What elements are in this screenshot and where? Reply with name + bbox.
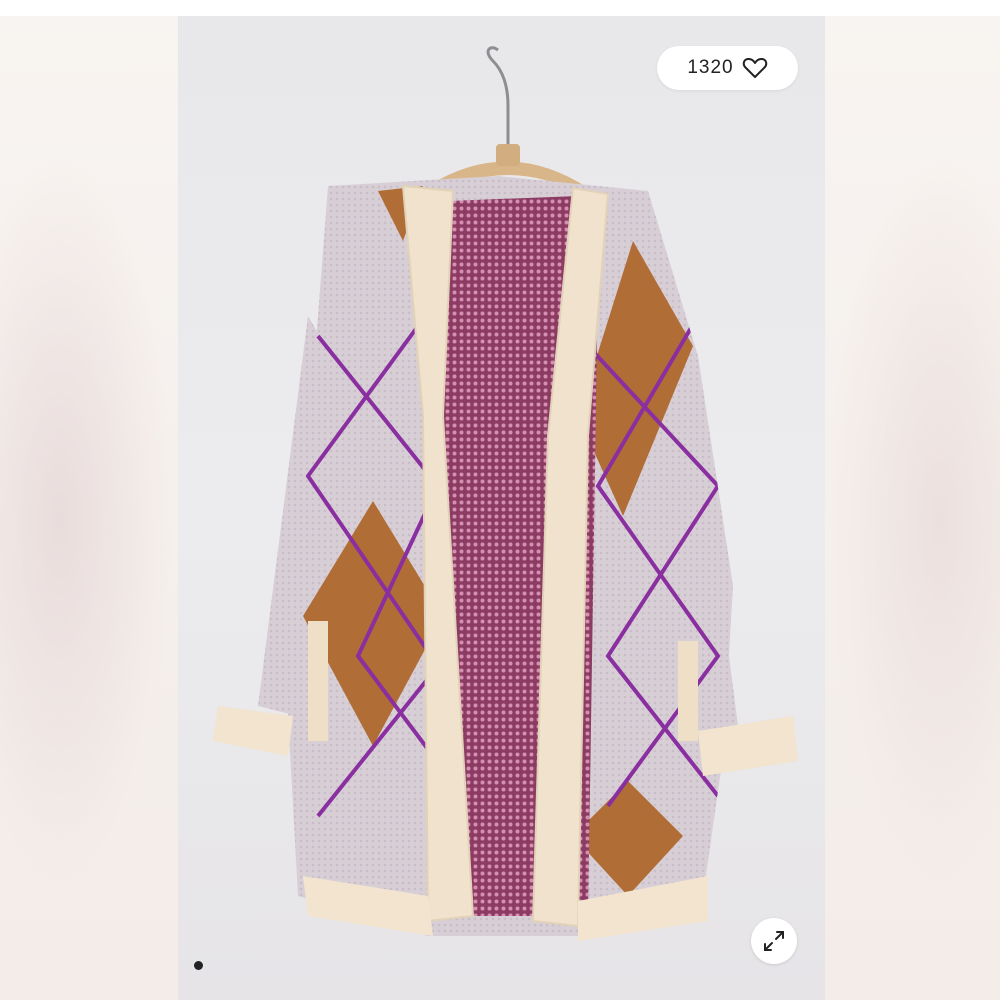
cardigan-illustration xyxy=(213,46,798,941)
hanger xyxy=(428,46,588,196)
like-button[interactable]: 1320 xyxy=(657,46,798,90)
like-count: 1320 xyxy=(687,57,734,78)
expand-image-button[interactable] xyxy=(751,918,797,964)
product-photo[interactable] xyxy=(178,16,825,1000)
left-pocket xyxy=(308,621,328,741)
heart-outline-icon xyxy=(742,56,768,80)
right-pocket xyxy=(678,641,698,741)
left-cuff xyxy=(213,706,293,756)
carousel-dot-active[interactable] xyxy=(194,961,203,970)
top-header-strip xyxy=(0,0,1000,16)
expand-arrows-icon xyxy=(761,928,787,954)
